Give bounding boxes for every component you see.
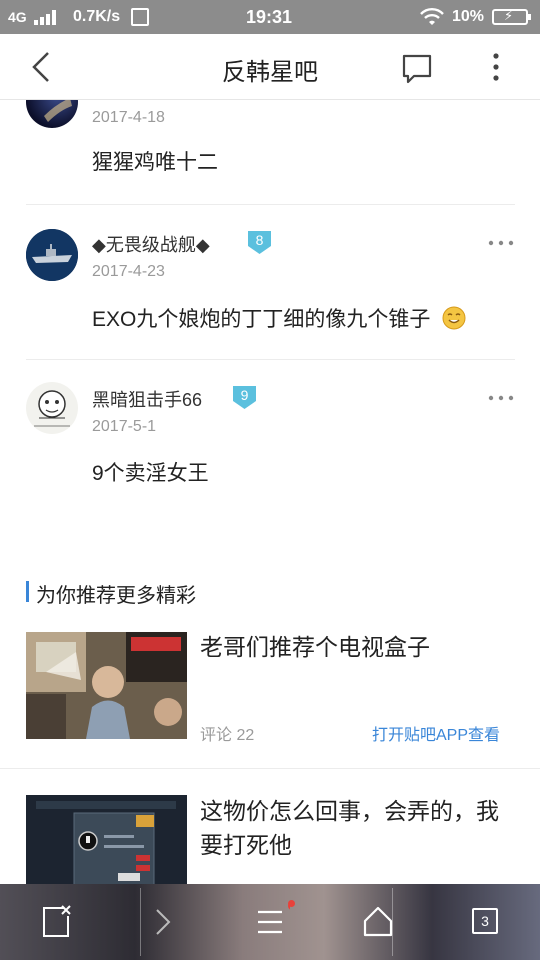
comment-date: 2017-4-18	[92, 109, 165, 126]
thumbnail-image	[26, 795, 187, 884]
forward-arrow-icon[interactable]	[142, 902, 182, 942]
close-page-icon[interactable]	[38, 902, 78, 942]
comment-text: 猩猩鸡唯十二	[92, 151, 218, 174]
more-menu-icon[interactable]	[482, 50, 510, 84]
top-nav-bar: 反韩星吧	[0, 34, 540, 100]
menu-icon[interactable]	[250, 902, 290, 942]
username[interactable]: ◆无畏级战舰◆	[92, 231, 210, 257]
open-app-link[interactable]: 打开贴吧APP查看	[372, 721, 500, 745]
recommend-title[interactable]: 老哥们推荐个电视盒子	[200, 630, 500, 664]
recommend-item[interactable]: 这物价怎么回事，会弄的，我要打死他	[0, 769, 540, 884]
emoji-icon	[442, 306, 466, 330]
comment-text: EXO九个娘炮的丁丁细的像九个锥子	[92, 303, 466, 333]
avatar[interactable]	[26, 382, 78, 434]
signal-icon	[34, 10, 56, 25]
comment-text-content: EXO九个娘炮的丁丁细的像九个锥子	[92, 308, 431, 331]
comment-count: 评论 22	[200, 727, 255, 744]
network-speed: 0.7K/s	[73, 8, 121, 25]
comment-item: 2017-4-18 猩猩鸡唯十二	[0, 100, 540, 205]
page-title: 反韩星吧	[222, 59, 318, 86]
recommend-heading: 为你推荐更多精彩	[36, 585, 196, 607]
status-bar: 4G 0.7K/s 19:31 10% ⚡	[0, 0, 540, 34]
screenshot-icon	[131, 8, 149, 26]
wifi-icon	[420, 8, 444, 25]
comment-item: ◆无畏级战舰◆ 8 2017-4-23 EXO九个娘炮的丁丁细的像九个锥子	[0, 205, 540, 360]
accent-bar	[26, 581, 29, 602]
notification-dot	[288, 900, 295, 907]
toolbar-divider	[392, 888, 393, 956]
clock: 19:31	[246, 7, 293, 27]
comment-more-icon[interactable]	[488, 238, 514, 248]
battery-percent: 10%	[452, 8, 485, 25]
tabs-button[interactable]: 3	[472, 908, 498, 934]
toolbar-divider	[140, 888, 141, 956]
avatar[interactable]	[26, 100, 78, 128]
comment-date: 2017-5-1	[92, 418, 157, 435]
battery-icon: ⚡	[492, 8, 531, 25]
level-number: 9	[240, 387, 249, 403]
comment-date: 2017-4-23	[92, 263, 165, 280]
tabs-count: 3	[481, 913, 489, 929]
comment-item: 黑暗狙击手66 9 2017-5-1 9个卖淫女王	[0, 360, 540, 500]
thumbnail-image	[26, 632, 187, 739]
comment-text: 9个卖淫女王	[92, 462, 209, 485]
message-icon[interactable]	[400, 51, 434, 85]
comment-more-icon[interactable]	[488, 393, 514, 403]
level-number: 8	[255, 232, 264, 248]
bottom-toolbar: 3	[0, 884, 540, 960]
recommend-item[interactable]: 老哥们推荐个电视盒子 评论 22 打开贴吧APP查看	[0, 620, 540, 768]
network-type: 4G	[8, 9, 27, 25]
avatar[interactable]	[26, 229, 78, 281]
username[interactable]: 黑暗狙击手66	[92, 386, 202, 412]
recommend-title[interactable]: 这物价怎么回事，会弄的，我要打死他	[200, 794, 500, 862]
